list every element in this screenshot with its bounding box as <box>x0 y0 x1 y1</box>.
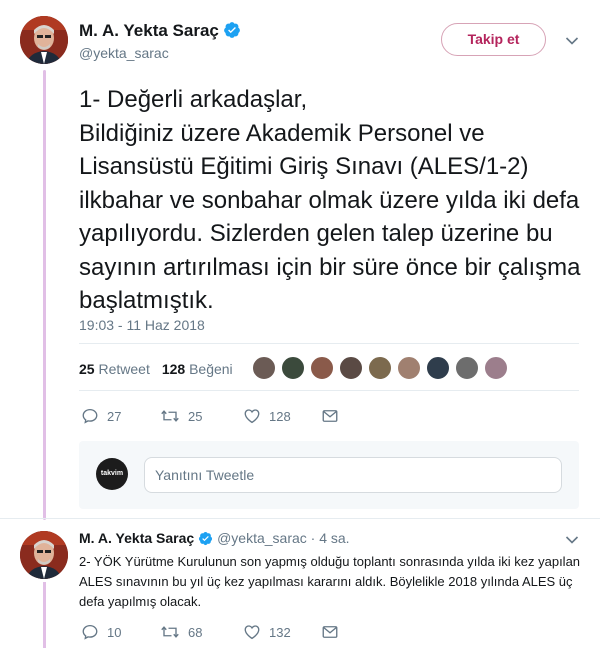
like-stat-count: 128 <box>161 361 186 377</box>
divider <box>79 390 579 391</box>
like-count: 132 <box>269 624 291 640</box>
viewer-avatar[interactable]: takvim <box>96 458 128 490</box>
direct-message-action[interactable] <box>321 407 347 425</box>
reply-action[interactable]: 27 <box>81 407 121 425</box>
direct-message-action[interactable] <box>321 623 347 641</box>
like-stat[interactable]: 128 Beğeni <box>162 361 233 377</box>
liker-avatar[interactable] <box>252 356 276 380</box>
retweet-stat[interactable]: 25 Retweet <box>79 361 150 377</box>
chevron-down-icon[interactable] <box>565 535 579 545</box>
retweet-action[interactable]: 25 <box>160 407 202 425</box>
retweet-count: 25 <box>188 408 203 424</box>
divider <box>0 518 600 519</box>
follow-button[interactable]: Takip et <box>441 23 546 56</box>
reply-tweet-text: 2- YÖK Yürütme Kurulunun son yapmış oldu… <box>79 554 581 609</box>
liker-avatar[interactable] <box>310 356 334 380</box>
liker-avatar[interactable] <box>281 356 305 380</box>
reply-time[interactable]: · 4 sa. <box>311 530 350 546</box>
retweet-icon <box>161 410 179 422</box>
divider <box>79 343 579 344</box>
thread-connector-bottom <box>43 582 46 648</box>
verified-badge-icon <box>223 21 241 44</box>
verified-badge-icon <box>198 531 213 549</box>
heart-icon <box>244 625 260 640</box>
avatar-portrait-icon <box>20 16 68 64</box>
like-count: 128 <box>269 408 291 424</box>
reply-icon <box>82 408 98 424</box>
reply-author-name[interactable]: M. A. Yekta Saraç <box>79 530 194 546</box>
reply-action[interactable]: 10 <box>81 623 121 641</box>
author-name-text[interactable]: M. A. Yekta Saraç <box>79 21 219 40</box>
retweet-stat-label: Retweet <box>98 361 150 377</box>
reply-author-handle[interactable]: @yekta_sarac <box>217 530 307 546</box>
retweet-action[interactable]: 68 <box>160 623 202 641</box>
reply-count: 10 <box>107 624 122 640</box>
liker-avatar[interactable] <box>426 356 450 380</box>
like-action[interactable]: 128 <box>243 407 291 425</box>
liker-avatar[interactable] <box>397 356 421 380</box>
retweet-count: 68 <box>188 624 203 640</box>
tweet-timestamp[interactable]: 19:03 - 11 Haz 2018 <box>79 317 205 333</box>
reply-header: M. A. Yekta Saraç @yekta_sarac · 4 sa. <box>79 530 350 549</box>
reply-author-avatar[interactable] <box>20 531 68 579</box>
reply-count: 27 <box>107 408 122 424</box>
liker-avatar[interactable] <box>455 356 479 380</box>
author-name[interactable]: M. A. Yekta Saraç <box>79 21 241 44</box>
tweet-text: 1- Değerli arkadaşlar, Bildiğiniz üzere … <box>79 86 581 314</box>
reply-composer: takvim Yanıtını Tweetle <box>79 441 579 509</box>
reply-input[interactable]: Yanıtını Tweetle <box>144 457 562 493</box>
liker-avatar[interactable] <box>368 356 392 380</box>
heart-icon <box>244 409 260 424</box>
like-stat-label: Beğeni <box>189 361 233 377</box>
liker-avatar[interactable] <box>339 356 363 380</box>
envelope-icon <box>322 410 338 422</box>
liker-avatar[interactable] <box>484 356 508 380</box>
thread-connector <box>43 70 46 520</box>
chevron-down-icon[interactable] <box>565 36 579 46</box>
avatar-portrait-icon <box>20 531 68 579</box>
engagement-stats: 25 Retweet 128 Beğeni <box>79 361 233 377</box>
retweet-icon <box>161 626 179 638</box>
like-action[interactable]: 132 <box>243 623 291 641</box>
author-avatar[interactable] <box>20 16 68 64</box>
retweet-stat-count: 25 <box>79 361 95 377</box>
envelope-icon <box>322 626 338 638</box>
reply-icon <box>82 624 98 640</box>
author-handle[interactable]: @yekta_sarac <box>79 45 169 61</box>
